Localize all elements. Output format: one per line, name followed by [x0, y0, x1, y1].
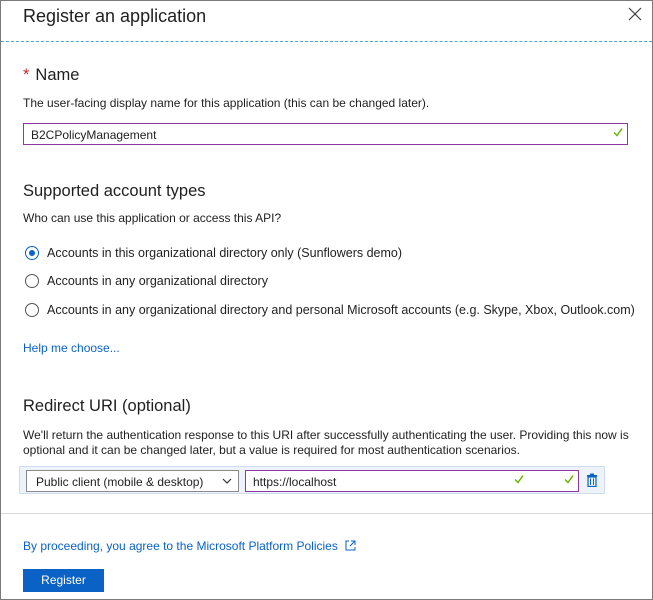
account-types-title: Supported account types	[23, 182, 206, 200]
redirect-description-line2: optional and it can be changed later, bu…	[23, 443, 520, 457]
platform-policies-link[interactable]: By proceeding, you agree to the Microsof…	[23, 539, 356, 553]
close-icon[interactable]	[626, 6, 644, 24]
register-app-dialog: Register an application * Name The user-f…	[0, 0, 653, 600]
chevron-down-icon	[222, 478, 232, 484]
name-label: Name	[35, 66, 80, 84]
check-icon	[564, 475, 574, 484]
account-option-label: Accounts in this organizational director…	[47, 246, 403, 260]
dialog-title: Register an application	[23, 6, 207, 26]
radio-button-selected[interactable]	[25, 246, 39, 260]
check-icon	[514, 475, 524, 484]
name-input-value: B2CPolicyManagement	[31, 128, 157, 142]
redirect-uri-title: Redirect URI (optional)	[23, 397, 191, 415]
register-button[interactable]: Register	[23, 569, 104, 592]
required-marker: *	[23, 66, 30, 84]
name-section-title: * Name	[23, 66, 79, 85]
dialog-header: Register an application	[1, 1, 652, 41]
account-types-question: Who can use this application or access t…	[23, 211, 282, 225]
footer-divider	[1, 513, 652, 514]
external-link-icon	[345, 540, 356, 551]
delete-icon[interactable]	[586, 473, 598, 487]
radio-button[interactable]	[25, 303, 39, 317]
check-icon	[613, 128, 623, 137]
redirect-uri-input[interactable]: https://localhost	[245, 470, 579, 492]
platform-select[interactable]: Public client (mobile & desktop)	[26, 470, 239, 492]
platform-select-value: Public client (mobile & desktop)	[36, 475, 204, 489]
account-option-label: Accounts in any organizational directory…	[47, 303, 635, 317]
platform-policies-text: By proceeding, you agree to the Microsof…	[23, 539, 338, 553]
radio-button[interactable]	[25, 274, 39, 288]
redirect-description-line1: We'll return the authentication response…	[23, 428, 629, 442]
help-me-choose-link[interactable]: Help me choose...	[23, 341, 120, 355]
account-option-label: Accounts in any organizational directory	[47, 274, 268, 288]
redirect-uri-row: Public client (mobile & desktop) https:/…	[19, 466, 605, 494]
header-divider	[1, 41, 652, 42]
redirect-uri-value: https://localhost	[253, 475, 337, 489]
name-description: The user-facing display name for this ap…	[23, 96, 430, 110]
close-icon-glyph	[628, 7, 642, 21]
name-input[interactable]: B2CPolicyManagement	[23, 123, 628, 145]
